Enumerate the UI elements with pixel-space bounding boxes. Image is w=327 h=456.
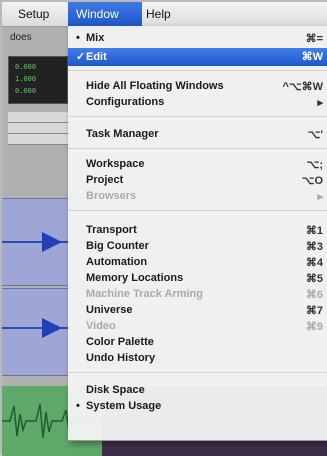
shortcut-label: ⌘W	[301, 51, 323, 63]
counter-digit: 1.000	[15, 75, 37, 83]
menu-item-undo-history[interactable]: Undo History	[68, 350, 327, 368]
menu-item-label: Hide All Floating Windows	[86, 80, 224, 92]
menu-item-label: Edit	[86, 51, 107, 63]
menu-item-label: Universe	[86, 304, 133, 316]
menu-item-label: Undo History	[86, 352, 156, 364]
play-marker-icon	[42, 318, 62, 338]
menu-separator	[68, 210, 327, 211]
menu-item-label: Browsers	[86, 190, 137, 202]
menu-separator	[68, 372, 327, 373]
main-counter-display[interactable]: 0.000 1.000 0.000	[8, 56, 68, 104]
bullet-icon: •	[76, 400, 80, 412]
menu-separator	[68, 148, 327, 149]
play-marker-icon	[42, 232, 62, 252]
menu-separator	[68, 116, 327, 117]
menu-setup[interactable]: Setup	[10, 2, 57, 26]
menu-item-label: System Usage	[86, 400, 162, 412]
menu-help[interactable]: Help	[138, 2, 179, 26]
shortcut-label: ⌘6	[305, 289, 323, 301]
submenu-arrow-icon: ▸	[317, 191, 323, 203]
submenu-arrow-icon: ▸	[317, 97, 323, 109]
shortcut-label: ⌥O	[301, 175, 323, 187]
menu-item-edit[interactable]: ✓Edit ⌘W	[68, 48, 327, 66]
shortcut-label: ⌘3	[305, 241, 323, 253]
menu-item-label: Color Palette	[86, 336, 154, 348]
menu-item-label: Video	[86, 320, 116, 332]
menu-item-label: Disk Space	[86, 384, 145, 396]
menu-item-label: Automation	[86, 256, 148, 268]
checkmark-icon: ✓	[76, 51, 86, 63]
counter-digit: 0.000	[15, 63, 37, 71]
ruler-row[interactable]	[8, 134, 68, 145]
shortcut-label: ⌘1	[305, 225, 323, 237]
window-menu: • Mix ⌘= ✓Edit ⌘W Hide All Floating Windo…	[68, 26, 327, 441]
menu-item-label: Mix	[86, 32, 105, 44]
menu-item-label: Configurations	[86, 96, 165, 108]
counter-digit: 0.000	[15, 87, 37, 95]
menu-item-label: Project	[86, 174, 124, 186]
bullet-icon: •	[76, 32, 80, 44]
menu-item-label: Memory Locations	[86, 272, 184, 284]
menu-item-browsers: Browsers ▸	[68, 188, 327, 206]
menu-item-task-manager[interactable]: Task Manager ⌥'	[68, 126, 327, 144]
shortcut-label: ⌘=	[305, 33, 323, 45]
ruler-rows	[8, 112, 68, 145]
tool-label: does	[10, 32, 32, 43]
menu-item-label: Task Manager	[86, 128, 159, 140]
screen-frame: does 0.000 1.000 0.000 Setup Window Help…	[0, 0, 327, 456]
shortcut-label: ⌥'	[307, 129, 323, 141]
menu-item-label: Big Counter	[86, 240, 149, 252]
menu-bar: Setup Window Help	[2, 2, 327, 27]
shortcut-label: ⌘9	[305, 321, 323, 333]
shortcut-label: ⌘5	[305, 273, 323, 285]
ruler-row[interactable]	[8, 112, 68, 123]
menu-item-system-usage[interactable]: • System Usage	[68, 398, 327, 416]
shortcut-label: ^⌥⌘W	[282, 81, 323, 93]
menu-item-label: Transport	[86, 224, 137, 236]
shortcut-label: ⌥;	[306, 159, 323, 171]
menu-item-label: Workspace	[86, 158, 145, 170]
menu-item-label: Machine Track Arming	[86, 288, 203, 300]
menu-window[interactable]: Window	[68, 2, 142, 26]
shortcut-label: ⌘7	[305, 305, 323, 317]
menu-item-configurations[interactable]: Configurations ▸	[68, 94, 327, 112]
shortcut-label: ⌘4	[305, 257, 323, 269]
menu-separator	[68, 70, 327, 71]
ruler-row[interactable]	[8, 123, 68, 134]
menu-item-mix[interactable]: • Mix ⌘=	[68, 30, 327, 48]
